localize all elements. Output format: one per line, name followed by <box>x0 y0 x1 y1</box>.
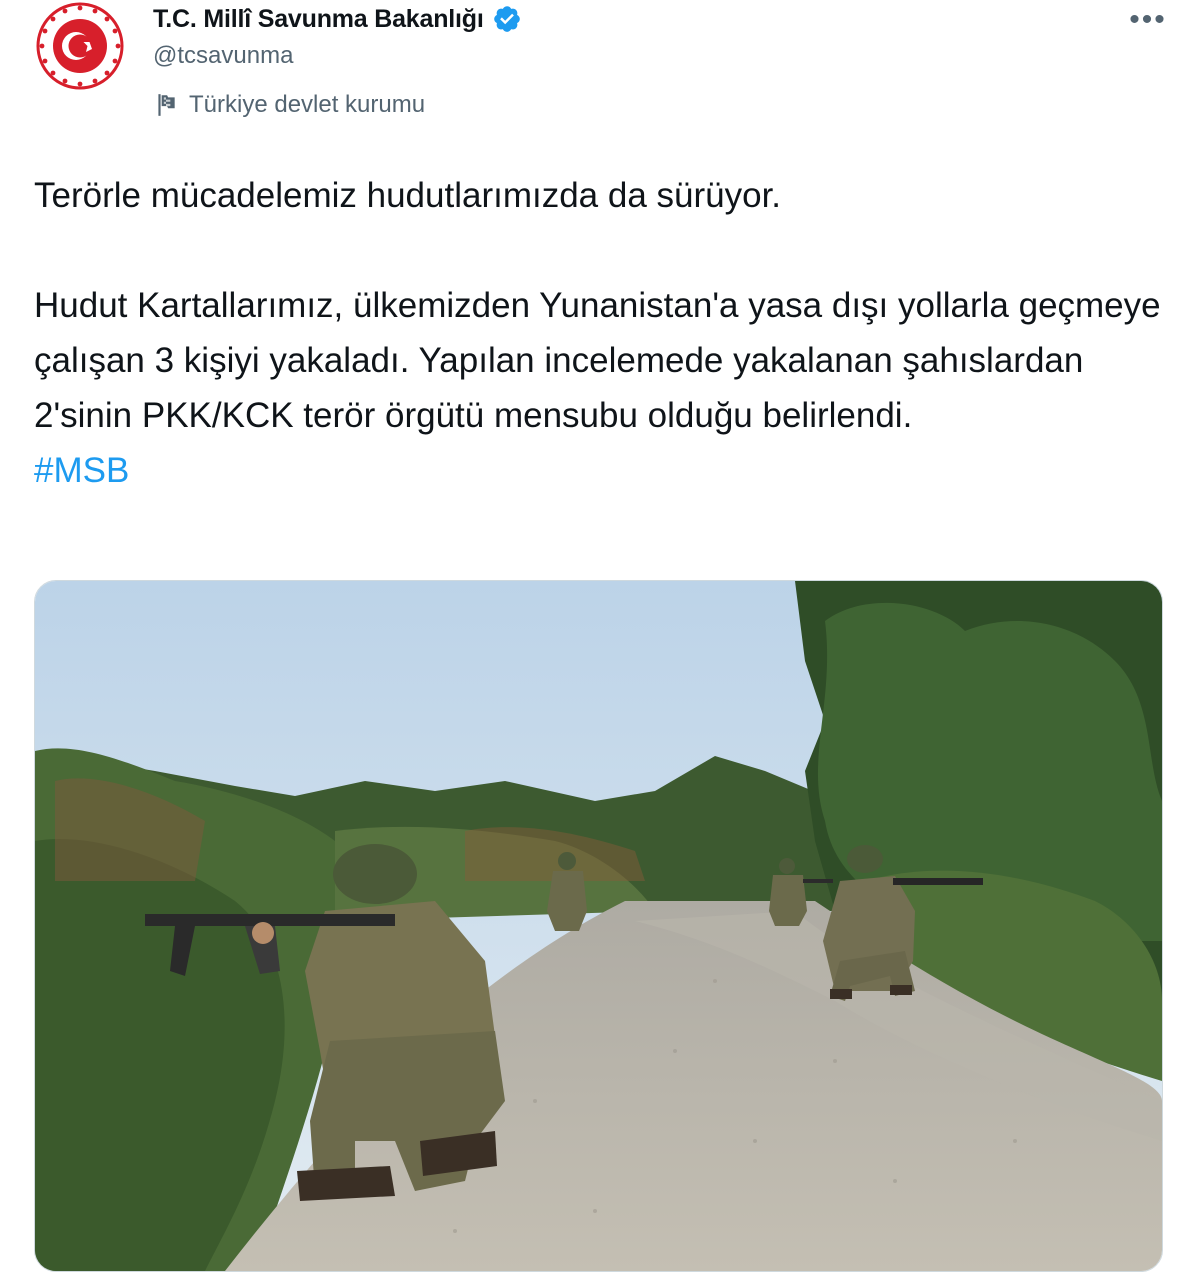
hashtag-link[interactable]: #MSB <box>34 443 129 498</box>
name-row: T.C. Millî Savunma Bakanlığı <box>153 2 522 36</box>
ministry-emblem-icon <box>34 0 126 92</box>
tweet-paragraph-2: Hudut Kartallarımız, ülkemizden Yunanist… <box>34 286 1161 435</box>
tweet-photo[interactable] <box>34 580 1163 1272</box>
more-options-button[interactable]: ••• <box>1126 3 1170 36</box>
display-name[interactable]: T.C. Millî Savunma Bakanlığı <box>153 5 484 34</box>
tweet-card: T.C. Millî Savunma Bakanlığı @tcsavunma … <box>0 0 1200 1274</box>
more-horizontal-icon: ••• <box>1129 3 1167 36</box>
government-label: Türkiye devlet kurumu <box>189 91 426 118</box>
photo-soldiers-on-dirt-road <box>35 581 1162 1271</box>
avatar[interactable] <box>34 0 126 92</box>
tweet-paragraph-1: Terörle mücadelemiz hudutlarımızda da sü… <box>34 176 782 215</box>
verified-badge-icon <box>493 6 520 32</box>
affiliation-label: Türkiye devlet kurumu <box>153 88 425 122</box>
flag-icon <box>158 94 175 116</box>
account-handle[interactable]: @tcsavunma <box>153 42 293 70</box>
tweet-text: Terörle mücadelemiz hudutlarımızda da sü… <box>34 168 1164 498</box>
